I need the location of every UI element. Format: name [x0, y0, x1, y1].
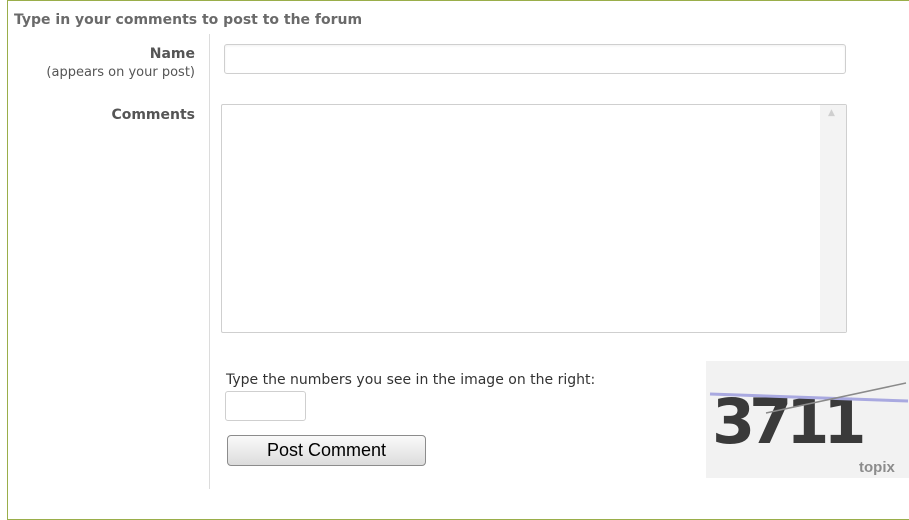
- topix-logo: topix: [859, 459, 895, 476]
- name-label: Name: [149, 46, 195, 62]
- comments-textarea[interactable]: [221, 104, 847, 333]
- comments-scrollbar[interactable]: [820, 105, 846, 332]
- form-heading: Type in your comments to post to the for…: [14, 12, 363, 28]
- name-sublabel: (appears on your post): [46, 65, 195, 80]
- post-comment-button[interactable]: Post Comment: [227, 435, 426, 466]
- captcha-input[interactable]: [225, 391, 306, 421]
- label-column-divider: [209, 34, 210, 489]
- comments-label: Comments: [111, 107, 195, 123]
- name-input[interactable]: [224, 44, 846, 74]
- scroll-up-arrow-icon[interactable]: ▲: [828, 108, 835, 118]
- captcha-instruction: Type the numbers you see in the image on…: [226, 372, 596, 388]
